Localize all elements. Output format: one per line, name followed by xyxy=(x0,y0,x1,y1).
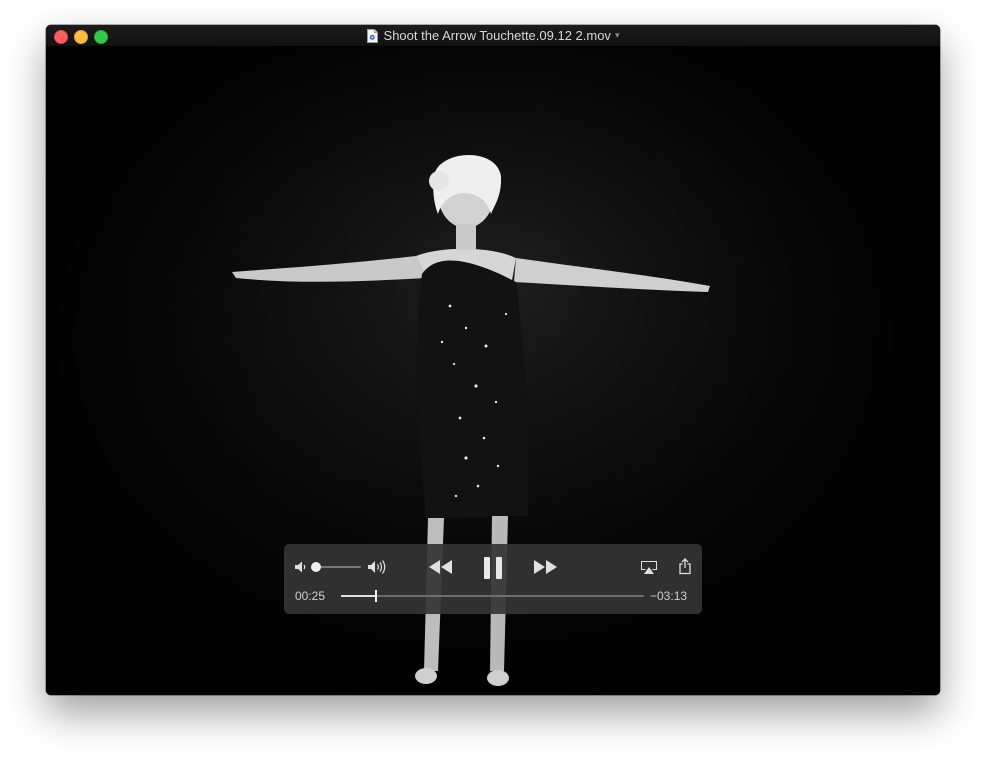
elapsed-time: 00:25 xyxy=(295,589,326,603)
title-bar[interactable]: Shoot the Arrow Touchette.09.12 2.mov ▾ xyxy=(46,25,940,47)
share-icon[interactable] xyxy=(678,558,692,580)
volume-slider-knob[interactable] xyxy=(311,562,321,572)
movie-file-icon xyxy=(366,28,378,43)
video-frame[interactable]: 00:25 −03:13 xyxy=(46,46,940,695)
playback-scrubber-fill xyxy=(341,595,377,597)
playback-scrubber[interactable] xyxy=(341,590,644,602)
speaker-low-icon[interactable] xyxy=(294,560,308,579)
fast-forward-icon[interactable] xyxy=(532,559,558,580)
remaining-time: −03:13 xyxy=(650,589,688,603)
speaker-high-icon[interactable] xyxy=(367,559,389,580)
window-title-area[interactable]: Shoot the Arrow Touchette.09.12 2.mov ▾ xyxy=(46,25,940,46)
volume-slider[interactable] xyxy=(311,562,361,572)
playback-scrubber-playhead[interactable] xyxy=(375,590,378,602)
chevron-down-icon[interactable]: ▾ xyxy=(615,30,620,41)
airplay-icon[interactable] xyxy=(640,560,658,580)
rewind-icon[interactable] xyxy=(428,559,454,580)
window-title: Shoot the Arrow Touchette.09.12 2.mov xyxy=(383,28,611,43)
playback-controls[interactable]: 00:25 −03:13 xyxy=(284,544,702,614)
quicktime-window: Shoot the Arrow Touchette.09.12 2.mov ▾ xyxy=(46,25,940,695)
pause-icon[interactable] xyxy=(482,556,504,585)
